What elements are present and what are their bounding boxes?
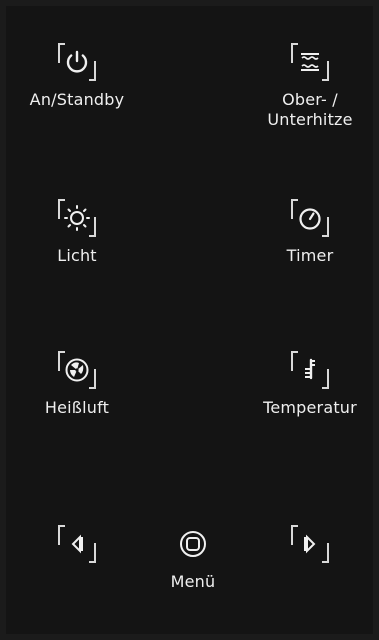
- temperature-control[interactable]: Temperatur: [250, 346, 370, 466]
- power-button[interactable]: [53, 38, 101, 86]
- power-control[interactable]: An/Standby: [17, 38, 137, 158]
- arrow-left-icon: [62, 529, 92, 559]
- fan-button[interactable]: [53, 346, 101, 394]
- temperature-label: Temperatur: [263, 398, 357, 417]
- top-bottom-heat-control[interactable]: Ober- / Unterhitze: [250, 38, 370, 158]
- temperature-button[interactable]: [286, 346, 334, 394]
- left-arrow-button[interactable]: [53, 520, 101, 568]
- light-control[interactable]: Licht: [17, 194, 137, 314]
- arrow-right-icon: [295, 529, 325, 559]
- power-label: An/Standby: [29, 90, 125, 109]
- timer-label: Timer: [286, 246, 334, 265]
- fan-control[interactable]: Heißluft: [17, 346, 137, 466]
- light-icon: [62, 203, 92, 233]
- top-bottom-heat-button[interactable]: [286, 38, 334, 86]
- top-bottom-heat-icon: [295, 47, 325, 77]
- light-label: Licht: [57, 246, 97, 265]
- menu-label: Menü: [170, 572, 216, 591]
- left-navigation-control[interactable]: [17, 520, 137, 640]
- fan-icon: [62, 355, 92, 385]
- thermometer-icon: [295, 355, 325, 385]
- timer-button[interactable]: [286, 194, 334, 242]
- menu-control[interactable]: Menü: [133, 520, 253, 640]
- light-button[interactable]: [53, 194, 101, 242]
- top-bottom-heat-label: Ober- / Unterhitze: [267, 90, 353, 129]
- right-navigation-control[interactable]: [250, 520, 370, 640]
- power-icon: [62, 47, 92, 77]
- right-arrow-button[interactable]: [286, 520, 334, 568]
- timer-icon: [295, 203, 325, 233]
- fan-label: Heißluft: [44, 398, 110, 417]
- menu-icon: [178, 529, 208, 559]
- timer-control[interactable]: Timer: [250, 194, 370, 314]
- menu-button[interactable]: [169, 520, 217, 568]
